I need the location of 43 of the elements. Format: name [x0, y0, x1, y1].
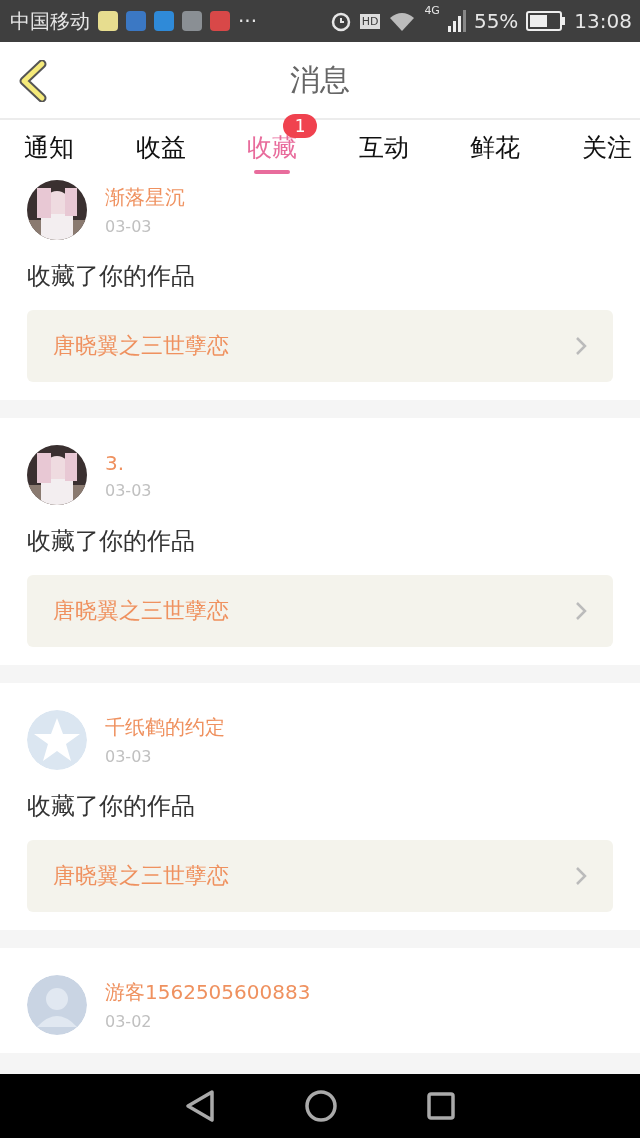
more-notifications: ··· [238, 9, 258, 33]
chevron-right-icon [575, 336, 587, 356]
recents-nav-icon[interactable] [427, 1092, 455, 1120]
chevron-right-icon [575, 601, 587, 621]
wifi-icon [388, 11, 417, 31]
alarm-icon [329, 10, 352, 32]
back-nav-icon[interactable] [185, 1089, 215, 1123]
tab[interactable]: 收益 [135, 120, 186, 180]
signal-icon [447, 10, 466, 32]
message-date: 03-03 [105, 747, 153, 766]
message-text: 收藏了你的作品 [27, 261, 196, 292]
message-date: 03-03 [105, 480, 152, 500]
message-text: 收藏了你的作品 [27, 791, 196, 822]
star-avatar-icon [27, 710, 87, 770]
battery-icon [526, 11, 567, 31]
app-notification-icon [126, 11, 146, 31]
tab[interactable]: 关注 [581, 120, 632, 180]
tab[interactable]: 互动 [358, 120, 409, 180]
work-link[interactable]: 唐晓翼之三世孽恋 [27, 575, 613, 647]
work-link[interactable]: 唐晓翼之三世孽恋 [27, 310, 613, 382]
user-name[interactable]: 千纸鹤的约定 [105, 714, 225, 741]
page-title: 消息 [290, 60, 350, 99]
battery-percent: 55% [473, 9, 519, 33]
user-name[interactable]: 游客1562505600883 [105, 979, 311, 1006]
user-name[interactable]: 3. [105, 450, 152, 475]
hd-indicator: HD [359, 13, 381, 29]
avatar-icon [27, 975, 87, 1035]
app-notification-icon [182, 11, 202, 31]
message-text: 收藏了你的作品 [27, 526, 196, 557]
app-notification-icon [98, 11, 118, 31]
tab[interactable]: 通知 [24, 120, 74, 180]
carrier: 中国移动 [10, 7, 90, 35]
user-name[interactable]: 渐落星沉 [105, 184, 185, 211]
tab[interactable]: 鲜花 [470, 120, 521, 180]
network-type: 4G [424, 4, 440, 17]
home-nav-icon[interactable] [305, 1090, 337, 1122]
message-date: 03-03 [105, 217, 153, 236]
app-notification-icon [154, 11, 174, 31]
app-notification-icon [210, 11, 230, 31]
chevron-right-icon [575, 866, 587, 886]
clock: 13:08 [574, 9, 632, 33]
work-link[interactable]: 唐晓翼之三世孽恋 [27, 840, 613, 912]
message-date: 03-02 [105, 1012, 153, 1031]
